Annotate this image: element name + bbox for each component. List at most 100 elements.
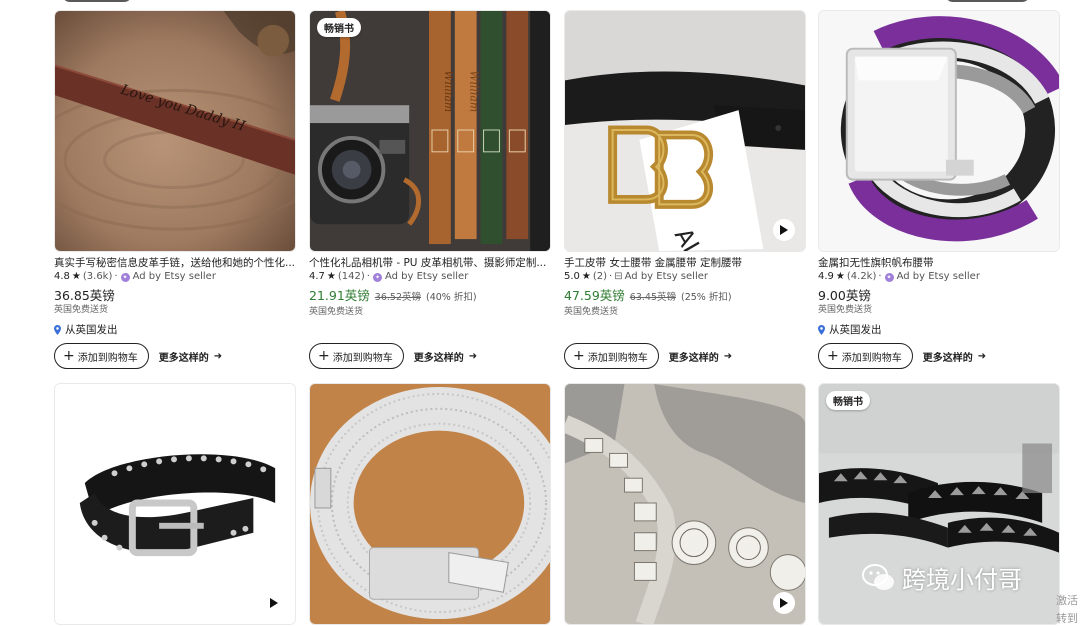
price-row: 9.00英镑 (818, 288, 1060, 303)
listing-image[interactable]: Love you Daddy H (54, 10, 296, 252)
listing-card[interactable] (54, 383, 296, 625)
metal-buckle-belt-photo: ALEN (565, 11, 805, 251)
arrow-right-icon: ➜ (977, 350, 987, 362)
more-like-this-label: 更多这样的 (413, 352, 464, 364)
more-like-this-link[interactable]: 更多这样的 ➜ (414, 349, 477, 364)
add-to-cart-button[interactable]: + 添加到购物车 (309, 343, 404, 369)
play-icon (780, 225, 788, 235)
ad-icon: ✦ (120, 272, 130, 282)
add-to-cart-button[interactable]: + 添加到购物车 (818, 343, 913, 369)
top-button-remnant (62, 0, 132, 2)
card-actions: + 添加到购物车 更多这样的 ➜ (54, 343, 222, 369)
svg-text:William: William (468, 71, 481, 113)
review-count: (142) (337, 271, 365, 282)
card-actions: + 添加到购物车 更多这样的 ➜ (818, 343, 986, 369)
more-like-this-link[interactable]: 更多这样的 ➜ (669, 349, 732, 364)
arrow-right-icon: ➜ (723, 350, 733, 362)
edge-text-top: 激活 (1056, 594, 1078, 607)
ad-label: Ad by Etsy seller (132, 271, 216, 282)
listing-image[interactable] (564, 383, 806, 625)
location-pin-icon (54, 324, 61, 335)
more-like-this-label: 更多这样的 (668, 352, 719, 364)
add-to-cart-button[interactable]: + 添加到购物车 (54, 343, 149, 369)
more-like-this-label: 更多这样的 (922, 352, 973, 364)
play-icon (780, 598, 788, 608)
listing-card[interactable] (564, 383, 806, 625)
ad-icon: ✦ (372, 272, 382, 282)
review-count: (2) (592, 271, 608, 282)
ad-label: Ad by Etsy seller (384, 271, 469, 282)
arrow-right-icon: ➜ (213, 350, 223, 362)
ships-from: 从英国发出 (818, 322, 1060, 337)
add-to-cart-label: 添加到购物车 (332, 352, 393, 364)
watermark-text: 跨境小付哥 (902, 566, 1022, 594)
card-actions: + 添加到购物车 更多这样的 ➜ (564, 343, 732, 369)
listing-title[interactable]: 金属扣无性旗帜帆布腰带 (818, 257, 1060, 270)
price: 36.85英镑 (54, 288, 115, 303)
play-video-button[interactable] (263, 592, 285, 614)
more-like-this-link[interactable]: 更多这样的 ➜ (923, 349, 986, 364)
shipping-note: 英国免费送货 (564, 307, 619, 317)
review-count: (3.6k) (82, 271, 113, 282)
more-like-this-link[interactable]: 更多这样的 ➜ (159, 349, 222, 364)
shipping-note: 英国免费送货 (309, 307, 364, 317)
original-price: 36.52英镑 (374, 292, 421, 303)
shipping-note: 英国免费送货 (54, 305, 109, 315)
play-video-button[interactable] (773, 219, 795, 241)
listing-meta: 4.9 ★ (4.2k) · ✦ Ad by Etsy seller (818, 270, 1060, 284)
top-button-remnant (945, 0, 1030, 2)
star-icon: ★ (581, 271, 591, 282)
plus-icon: + (827, 348, 839, 364)
separator-dot: · (609, 271, 613, 282)
listing-image[interactable]: ALEN (564, 10, 806, 252)
location-pin-icon (818, 324, 825, 335)
sale-price: 47.59英镑 (564, 288, 625, 303)
leather-bracelet-photo: Love you Daddy H (55, 11, 295, 251)
bestseller-badge: 畅销书 (317, 18, 361, 37)
listing-meta: 5.0 ★ (2) · ⊟ Ad by Etsy seller (564, 270, 806, 284)
ships-from-label: 从英国发出 (829, 324, 882, 336)
card-actions: + 添加到购物车 更多这样的 ➜ (309, 343, 477, 369)
star-icon: ★ (835, 271, 845, 282)
discount: (25% 折扣) (681, 292, 732, 303)
play-icon (270, 598, 278, 608)
vintage-bracelet-photo (565, 384, 805, 624)
listing-image[interactable]: William William 畅销书 (309, 10, 551, 252)
ad-icon: ✦ (884, 272, 894, 282)
listing-title[interactable]: 手工皮带 女士腰带 金属腰带 定制腰带 (564, 257, 806, 270)
price-row: 47.59英镑 63.45英镑 (25% 折扣) (564, 288, 806, 305)
separator-dot: · (114, 271, 118, 282)
listing-image[interactable] (309, 383, 551, 625)
ships-from-label: 从英国发出 (65, 324, 118, 336)
star-icon: ★ (71, 271, 81, 282)
shop-icon: ⊟ (614, 271, 623, 282)
separator-dot: · (366, 271, 370, 282)
ad-label: Ad by Etsy seller (624, 271, 708, 282)
discount: (40% 折扣) (426, 292, 477, 303)
listing-title[interactable]: 真实手写秘密信息皮革手链，送给他和她的个性化... (54, 257, 296, 270)
add-to-cart-button[interactable]: + 添加到购物车 (564, 343, 659, 369)
separator-dot: · (878, 271, 882, 282)
listing-card[interactable] (309, 383, 551, 625)
price-row: 21.91英镑 36.52英镑 (40% 折扣) (309, 288, 551, 305)
play-video-button[interactable] (773, 592, 795, 614)
rating-value: 4.9 (818, 271, 834, 282)
listing-card[interactable]: ALEN 手工皮带 女士腰带 金属腰带 定制腰带 5.0 ★ (2) · ⊟ A… (564, 10, 806, 319)
plus-icon: + (573, 348, 585, 364)
price-row: 36.85英镑 (54, 288, 296, 303)
listing-meta: 4.8 ★ (3.6k) · ✦ Ad by Etsy seller (54, 270, 296, 284)
more-like-this-label: 更多这样的 (158, 352, 209, 364)
listing-card[interactable]: Love you Daddy H 真实手写秘密信息皮革手链，送给他和她的个性化.… (54, 10, 296, 337)
listing-image[interactable] (818, 10, 1060, 252)
plus-icon: + (318, 348, 330, 364)
listing-card[interactable]: 金属扣无性旗帜帆布腰带 4.9 ★ (4.2k) · ✦ Ad by Etsy … (818, 10, 1060, 337)
review-count: (4.2k) (846, 271, 877, 282)
listing-title[interactable]: 个性化礼品相机带 - PU 皮革相机带、摄影师定制... (309, 257, 551, 270)
listing-image[interactable] (54, 383, 296, 625)
rating-value: 5.0 (564, 271, 580, 282)
edge-text-bottom: 转到 (1056, 612, 1078, 625)
mesh-bracelet-photo (310, 384, 550, 624)
studded-belt-photo (55, 384, 295, 624)
listing-card[interactable]: William William 畅销书 个性化礼品相机带 - PU 皮革相机带、… (309, 10, 551, 319)
watermark: 跨境小付哥 (862, 560, 1022, 595)
